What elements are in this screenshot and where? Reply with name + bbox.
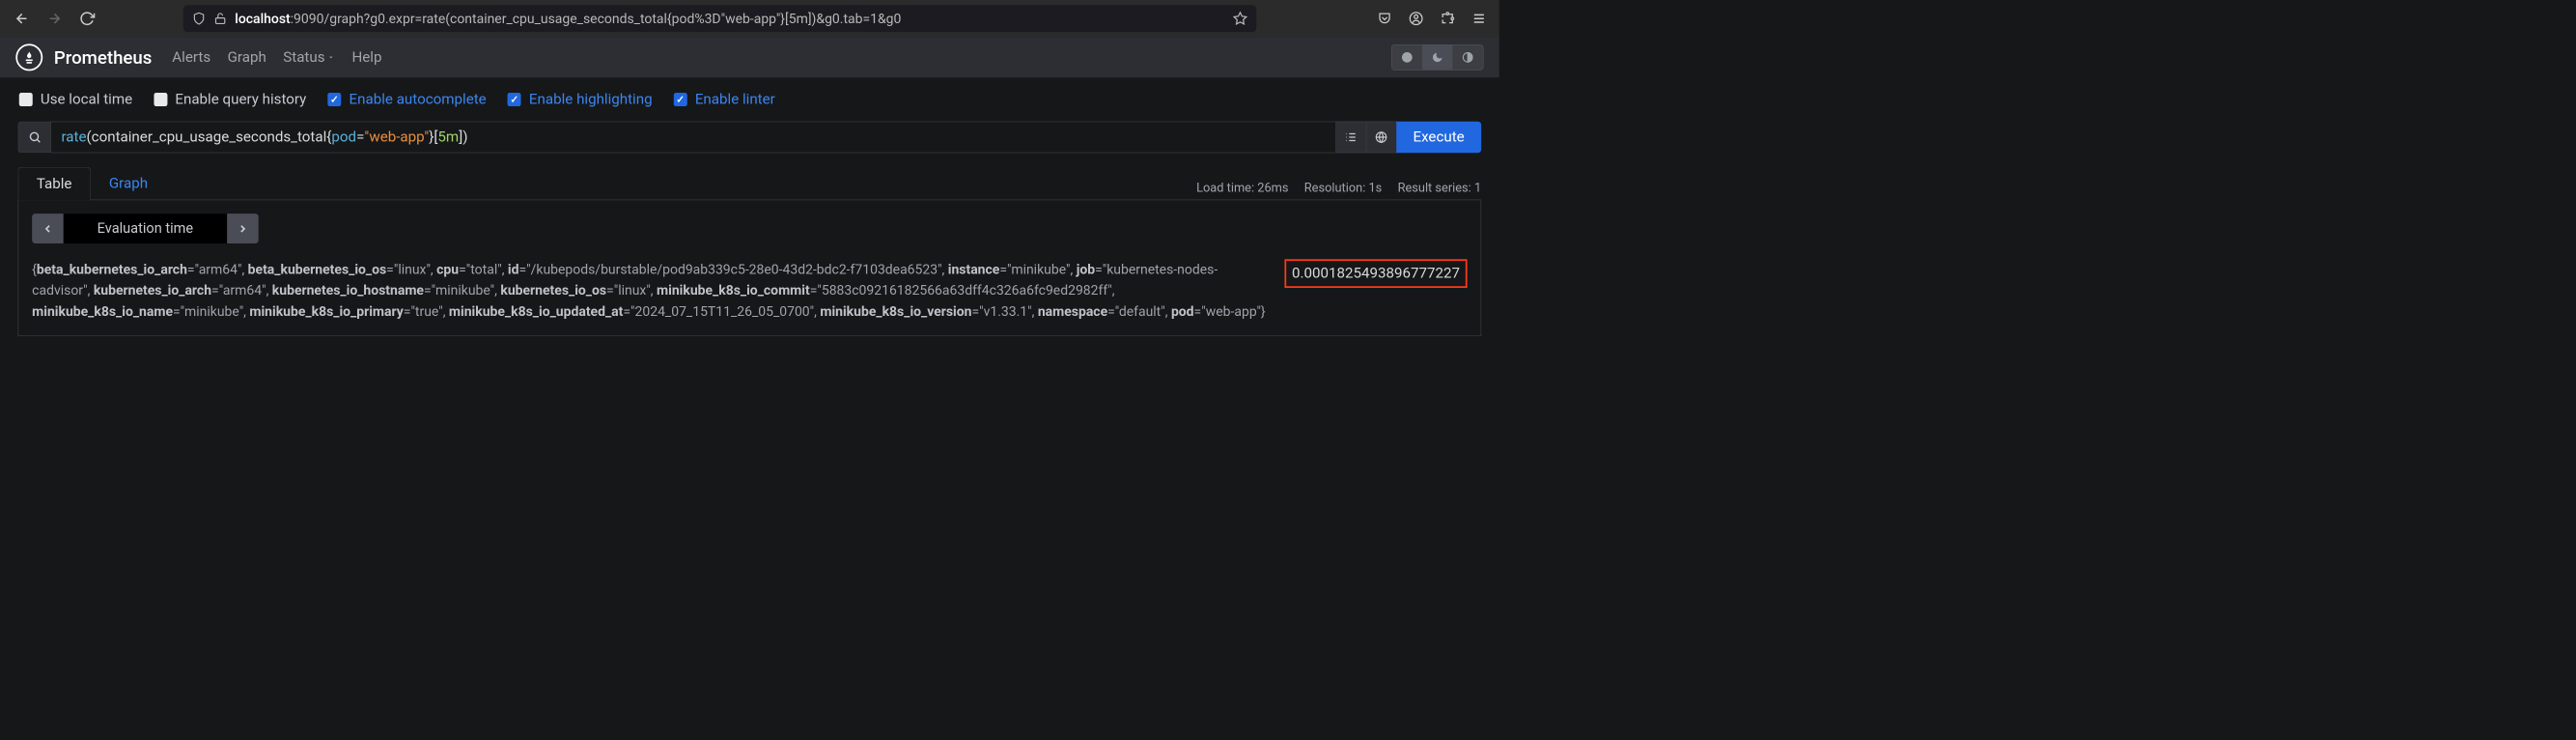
theme-dark-button[interactable] bbox=[1422, 45, 1452, 71]
tab-table[interactable]: Table bbox=[18, 167, 91, 200]
tabs-row: Table Graph Load time: 26ms Resolution: … bbox=[0, 156, 1499, 200]
brand-title[interactable]: Prometheus bbox=[54, 46, 152, 68]
theme-toggle-group bbox=[1391, 44, 1483, 71]
nav-help[interactable]: Help bbox=[351, 49, 381, 66]
execute-button[interactable]: Execute bbox=[1396, 122, 1481, 154]
prometheus-logo-icon bbox=[15, 43, 42, 71]
theme-light-button[interactable] bbox=[1392, 45, 1422, 71]
query-row: rate(container_cpu_usage_seconds_total{p… bbox=[0, 119, 1499, 155]
result-labels: {beta_kubernetes_io_arch="arm64", beta_k… bbox=[32, 259, 1268, 322]
format-button[interactable] bbox=[1336, 122, 1366, 154]
checkbox-checked-icon bbox=[327, 93, 341, 106]
query-stats: Load time: 26ms Resolution: 1s Result se… bbox=[1196, 181, 1481, 199]
back-button[interactable] bbox=[7, 6, 37, 32]
opt-query-history[interactable]: Enable query history bbox=[154, 91, 306, 107]
checkbox-checked-icon bbox=[508, 93, 521, 106]
browser-toolbar: localhost:9090/graph?g0.expr=rate(contai… bbox=[0, 0, 1499, 37]
extensions-icon[interactable] bbox=[1434, 5, 1461, 32]
nav-alerts[interactable]: Alerts bbox=[172, 49, 210, 66]
opt-local-time[interactable]: Use local time bbox=[19, 91, 132, 107]
stat-series: Result series: 1 bbox=[1398, 181, 1482, 195]
nav-status[interactable]: Status bbox=[283, 49, 335, 66]
result-value: 0.0001825493896777227 bbox=[1284, 259, 1467, 287]
chevron-down-icon bbox=[327, 53, 335, 61]
url-bar[interactable]: localhost:9090/graph?g0.expr=rate(contai… bbox=[183, 5, 1257, 32]
theme-contrast-button[interactable] bbox=[1452, 45, 1482, 71]
opt-highlighting[interactable]: Enable highlighting bbox=[508, 91, 653, 107]
account-icon[interactable] bbox=[1403, 5, 1430, 32]
query-input[interactable]: rate(container_cpu_usage_seconds_total{p… bbox=[50, 122, 1335, 154]
stat-resolution: Resolution: 1s bbox=[1304, 181, 1383, 195]
prometheus-navbar: Prometheus Alerts Graph Status Help bbox=[0, 37, 1499, 77]
url-text: localhost:9090/graph?g0.expr=rate(contai… bbox=[235, 11, 1224, 26]
pocket-icon[interactable] bbox=[1371, 5, 1398, 32]
metric-explorer-button[interactable] bbox=[18, 122, 51, 154]
forward-button[interactable] bbox=[40, 6, 70, 32]
app-menu-icon[interactable] bbox=[1466, 5, 1493, 32]
options-row: Use local time Enable query history Enab… bbox=[0, 77, 1499, 119]
eval-time-next-button[interactable] bbox=[227, 213, 259, 243]
checkbox-checked-icon bbox=[674, 93, 687, 106]
tab-graph[interactable]: Graph bbox=[91, 166, 167, 199]
shield-icon bbox=[192, 12, 206, 25]
reload-button[interactable] bbox=[71, 6, 101, 32]
globe-button[interactable] bbox=[1366, 122, 1396, 154]
nav-graph[interactable]: Graph bbox=[228, 49, 266, 66]
stat-load-time: Load time: 26ms bbox=[1196, 181, 1288, 195]
checkbox-icon bbox=[19, 93, 33, 106]
eval-time-button[interactable]: Evaluation time bbox=[64, 213, 227, 243]
opt-autocomplete[interactable]: Enable autocomplete bbox=[327, 91, 486, 107]
evaluation-time-control: Evaluation time bbox=[32, 213, 1467, 243]
eval-time-prev-button[interactable] bbox=[32, 213, 64, 243]
lock-icon bbox=[213, 12, 227, 25]
result-row: {beta_kubernetes_io_arch="arm64", beta_k… bbox=[32, 259, 1467, 322]
result-panel: Evaluation time {beta_kubernetes_io_arch… bbox=[18, 200, 1482, 337]
star-icon[interactable] bbox=[1233, 12, 1247, 26]
checkbox-icon bbox=[154, 93, 167, 106]
opt-linter[interactable]: Enable linter bbox=[674, 91, 775, 107]
